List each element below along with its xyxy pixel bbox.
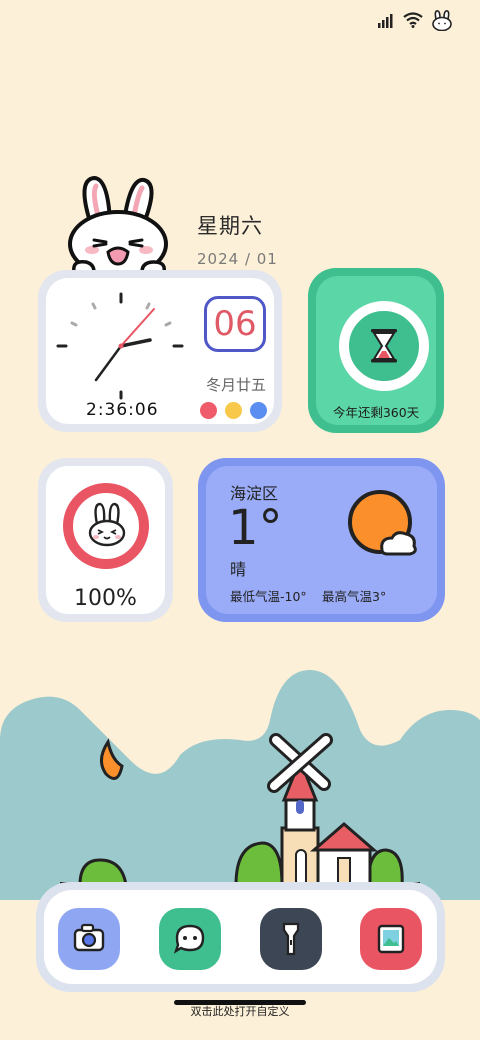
gallery-app-button[interactable] — [360, 908, 422, 970]
signal-icon — [378, 14, 393, 28]
battery-widget[interactable]: 100% — [38, 458, 173, 622]
weather-temperature: 1° — [228, 500, 283, 556]
hourglass-icon — [339, 301, 429, 391]
camera-app-button[interactable] — [58, 908, 120, 970]
clock-widget-body: 2:36:06 06 冬月廿五 — [46, 278, 274, 424]
clock-widget[interactable]: 2:36:06 06 冬月廿五 — [38, 270, 282, 432]
year-widget-body: 今年还剩360天 — [316, 276, 436, 425]
color-dots — [200, 402, 267, 419]
wifi-icon — [403, 12, 423, 28]
red-dot — [200, 402, 217, 419]
clock-time: 2:36:06 — [86, 400, 159, 420]
weekday-label: 星期六 — [197, 214, 263, 238]
year-month-label: 2024 / 01 — [197, 250, 278, 268]
battery-widget-body: 100% — [46, 466, 165, 614]
battery-percent: 100% — [74, 586, 137, 611]
lunar-date: 冬月廿五 — [205, 376, 266, 394]
gallery-icon — [377, 924, 405, 954]
camera-icon — [73, 923, 105, 952]
bunny-mascot-icon — [68, 175, 168, 278]
chat-icon — [173, 924, 205, 954]
day-number: 06 — [213, 304, 257, 344]
status-bar — [378, 8, 454, 32]
chat-app-button[interactable] — [159, 908, 221, 970]
year-countdown-widget[interactable]: 今年还剩360天 — [308, 268, 444, 433]
weather-condition: 晴 — [230, 560, 247, 579]
app-dock — [36, 882, 445, 992]
year-remaining-text: 今年还剩360天 — [332, 405, 420, 420]
analog-clock-icon — [56, 292, 184, 400]
weather-widget-body: 海淀区 1° 晴 最低气温-10° 最高气温3° — [206, 466, 437, 614]
weather-low-temp: 最低气温-10° — [230, 589, 307, 604]
flashlight-app-button[interactable] — [260, 908, 322, 970]
yellow-dot — [225, 402, 242, 419]
weather-high-temp: 最高气温3° — [322, 589, 387, 604]
sun-cloud-icon — [348, 490, 417, 556]
flashlight-icon — [282, 922, 300, 956]
weather-widget[interactable]: 海淀区 1° 晴 最低气温-10° 最高气温3° — [198, 458, 445, 622]
blue-dot — [250, 402, 267, 419]
bunny-icon — [432, 10, 452, 31]
day-box: 06 — [204, 296, 266, 352]
dock-body — [44, 890, 437, 984]
landscape-illustration — [0, 670, 480, 900]
bunny-face-icon — [88, 502, 126, 547]
customize-hint[interactable]: 双击此处打开自定义 — [0, 1003, 480, 1019]
date-display: 星期六 2024 / 01 — [197, 210, 278, 268]
